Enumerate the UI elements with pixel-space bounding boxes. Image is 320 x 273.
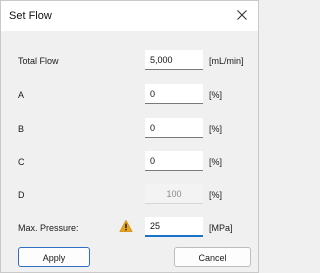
d-input (145, 184, 203, 204)
close-button[interactable] (234, 7, 250, 23)
close-icon (237, 10, 247, 20)
set-flow-dialog: Set Flow Total Flow [mL/min] A [%] B [%]… (0, 0, 259, 273)
c-label: C (18, 157, 25, 167)
c-unit: [%] (209, 157, 223, 167)
max-pressure-input[interactable] (145, 217, 203, 237)
b-unit: [%] (209, 124, 223, 134)
c-input[interactable] (145, 151, 203, 171)
title-bar: Set Flow (1, 1, 258, 31)
max-pressure-unit: [MPa] (209, 223, 233, 233)
dialog-title: Set Flow (9, 10, 52, 22)
a-label: A (18, 90, 25, 100)
total-flow-input[interactable] (145, 50, 203, 70)
a-input[interactable] (145, 84, 203, 104)
row-b: B [%] (1, 118, 258, 140)
row-max-pressure: Max. Pressure: [MPa] (1, 217, 258, 239)
d-unit: [%] (209, 190, 223, 200)
b-input[interactable] (145, 118, 203, 138)
total-flow-label: Total Flow (18, 56, 59, 66)
apply-button[interactable]: Apply (18, 247, 90, 267)
warning-icon (119, 219, 133, 232)
a-unit: [%] (209, 90, 223, 100)
b-label: B (18, 124, 25, 134)
row-d: D [%] (1, 184, 258, 206)
row-a: A [%] (1, 84, 258, 106)
max-pressure-label: Max. Pressure: (18, 223, 79, 233)
row-total-flow: Total Flow [mL/min] (1, 50, 258, 72)
total-flow-unit: [mL/min] (209, 56, 244, 66)
cancel-button[interactable]: Cancel (174, 247, 251, 267)
d-label: D (18, 190, 25, 200)
row-c: C [%] (1, 151, 258, 173)
